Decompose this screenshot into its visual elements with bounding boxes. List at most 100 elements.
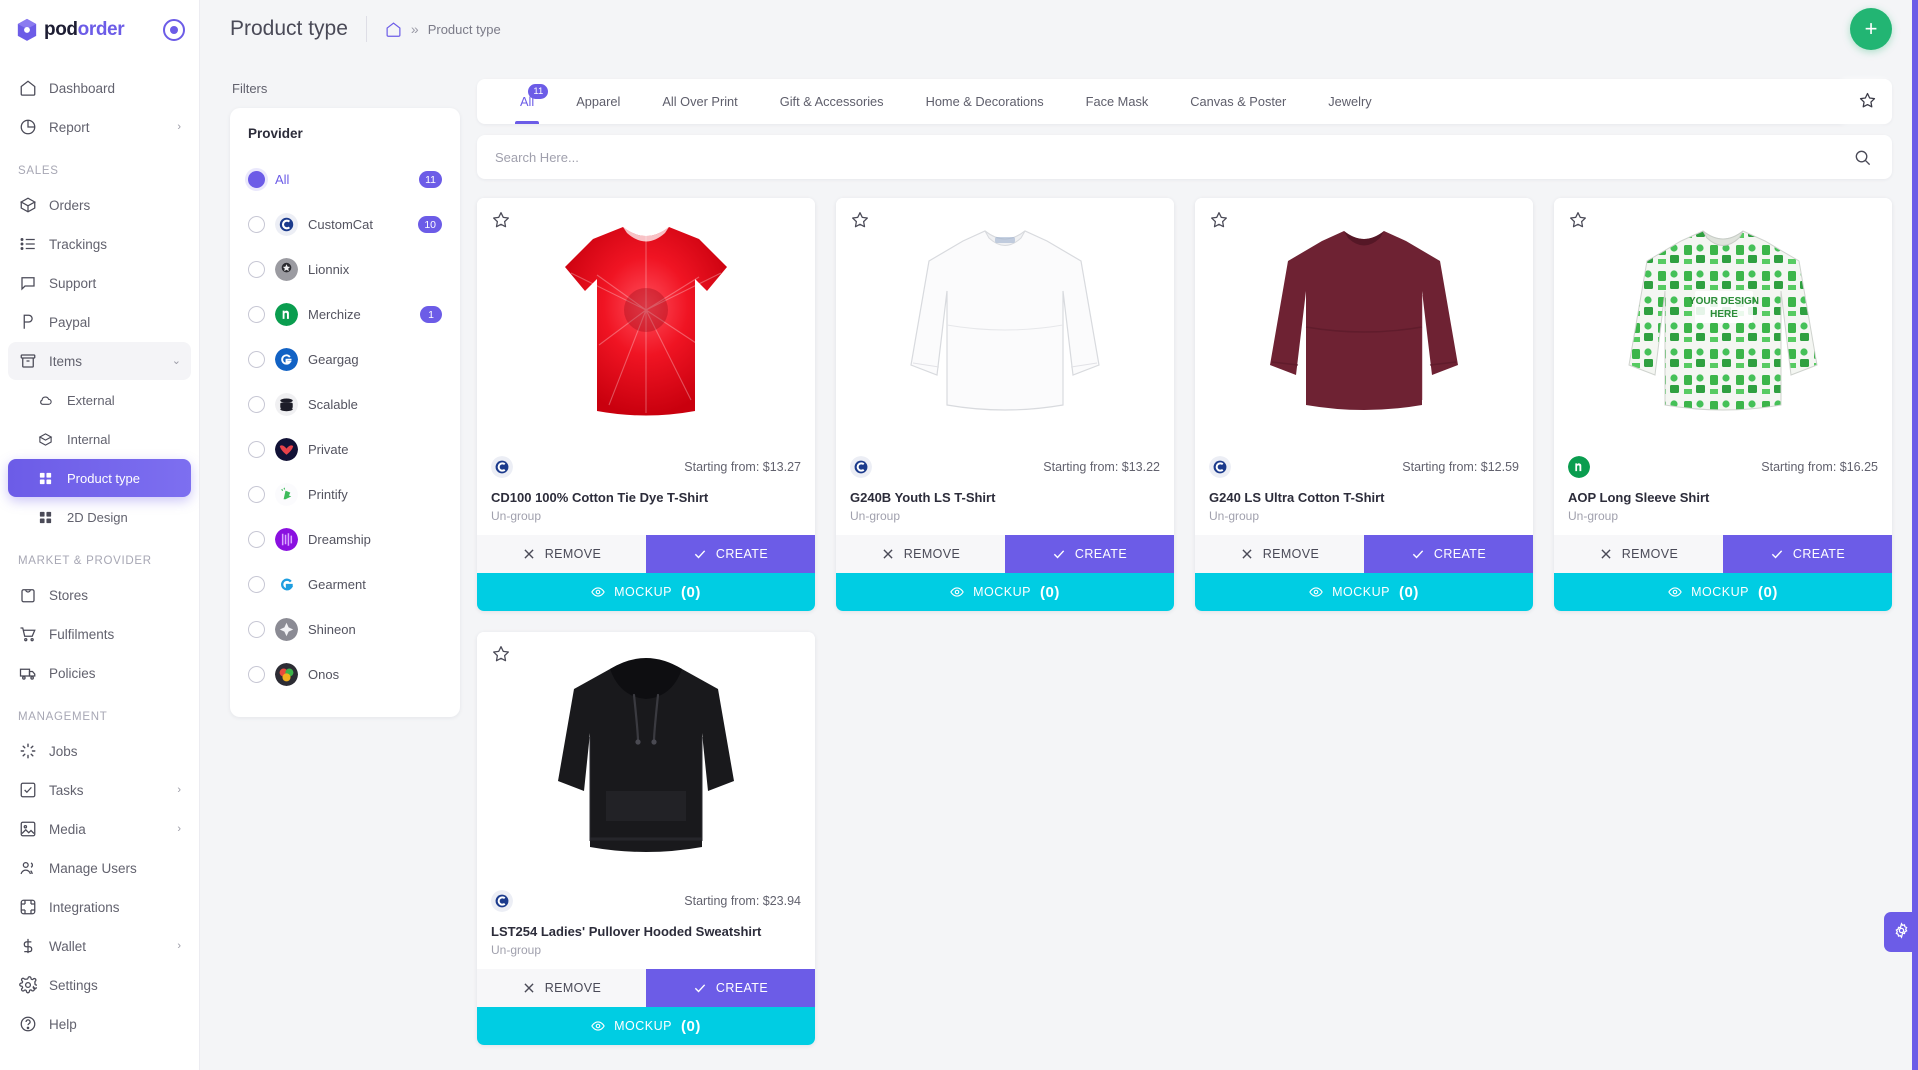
star-icon[interactable] [491,210,511,230]
sidebar-item-product-type[interactable]: Product type [8,459,191,497]
tab-home-decorations[interactable]: Home & Decorations [905,79,1065,124]
sidebar-item-label: Policies [49,665,96,681]
provider-option-lionnix[interactable]: Lionnix [248,247,442,292]
product-price: Starting from: $23.94 [684,894,801,908]
star-icon[interactable] [1209,210,1229,230]
radio-icon[interactable] [248,351,265,368]
sidebar-item-settings[interactable]: Settings [8,966,191,1004]
radio-icon[interactable] [248,531,265,548]
tab-gift-accessories[interactable]: Gift & Accessories [759,79,905,124]
spinner-icon [18,742,37,761]
provider-option-dreamship[interactable]: Dreamship [248,517,442,562]
search-input[interactable] [495,149,1853,165]
brand-logo[interactable]: podorder [16,18,125,42]
sidebar-item-help[interactable]: Help [8,1005,191,1043]
add-button[interactable]: + [1850,8,1892,50]
radio-icon[interactable] [248,441,265,458]
provider-option-onos[interactable]: Onos [248,652,442,697]
create-button[interactable]: CREATE [646,535,815,573]
sidebar-item-jobs[interactable]: Jobs [8,732,191,770]
provider-option-merchize[interactable]: Merchize 1 [248,292,442,337]
tab-face-mask[interactable]: Face Mask [1065,79,1170,124]
tab-all[interactable]: All 11 [499,79,555,124]
radio-icon[interactable] [248,576,265,593]
provider-option-all[interactable]: All 11 [248,157,442,202]
provider-option-printify[interactable]: Printify [248,472,442,517]
mockup-button[interactable]: MOCKUP (0) [1554,573,1892,611]
radio-icon[interactable] [248,396,265,413]
sidebar-item-report[interactable]: Report › [8,108,191,146]
provider-option-customcat[interactable]: CustomCat 10 [248,202,442,247]
tab-apparel[interactable]: Apparel [555,79,641,124]
mockup-button[interactable]: MOCKUP (0) [477,1007,815,1045]
sidebar-item-external[interactable]: External [8,381,191,419]
sidebar-item-fulfilments[interactable]: Fulfilments [8,615,191,653]
remove-button-label: REMOVE [903,547,961,561]
close-icon [881,547,895,561]
sidebar-item-policies[interactable]: Policies [8,654,191,692]
provider-option-scalable[interactable]: Scalable [248,382,442,427]
sidebar-item-support[interactable]: Support [8,264,191,302]
mockup-button[interactable]: MOCKUP (0) [836,573,1174,611]
create-button[interactable]: CREATE [1364,535,1533,573]
tab-all-over-print[interactable]: All Over Print [641,79,758,124]
create-button[interactable]: CREATE [1723,535,1892,573]
product-card[interactable]: Starting from: $13.22 G240B Youth LS T-S… [836,198,1174,611]
sidebar-item-paypal[interactable]: Paypal [8,303,191,341]
search-bar[interactable] [477,135,1892,179]
tabs-spacer [1393,79,1892,124]
mockup-button[interactable]: MOCKUP (0) [1195,573,1533,611]
radio-icon[interactable] [248,261,265,278]
provider-option-geargag[interactable]: Geargag [248,337,442,382]
product-card[interactable]: YOUR DESIGN HERE Starting from: $16.25 A… [1554,198,1892,611]
product-group: Un-group [1568,509,1619,523]
product-card[interactable]: Starting from: $12.59 G240 LS Ultra Cott… [1195,198,1533,611]
sidebar-item-stores[interactable]: Stores [8,576,191,614]
sidebar-item-media[interactable]: Media › [8,810,191,848]
radio-icon[interactable] [248,486,265,503]
search-icon[interactable] [1853,148,1872,167]
archive-icon [18,352,37,371]
product-meta: Starting from: $12.59 G240 LS Ultra Cott… [1195,446,1533,535]
remove-button[interactable]: REMOVE [477,535,646,573]
sidebar-item-wallet[interactable]: Wallet › [8,927,191,965]
product-card[interactable]: Starting from: $13.27 CD100 100% Cotton … [477,198,815,611]
provider-label: All [275,172,290,187]
sidebar-item-trackings[interactable]: Trackings [8,225,191,263]
sidebar-item-2d-design[interactable]: 2D Design [8,498,191,536]
radio-icon[interactable] [248,171,265,188]
radio-icon[interactable] [248,621,265,638]
favorite-filter-button[interactable] [1842,79,1892,124]
sidebar-item-internal[interactable]: Internal [8,420,191,458]
star-icon[interactable] [491,644,511,664]
tab-jewelry[interactable]: Jewelry [1307,79,1392,124]
customcat-logo-icon [491,456,513,478]
mockup-button[interactable]: MOCKUP (0) [477,573,815,611]
provider-option-shineon[interactable]: Shineon [248,607,442,652]
create-button[interactable]: CREATE [1005,535,1174,573]
remove-button[interactable]: REMOVE [477,969,646,1007]
tab-canvas-poster[interactable]: Canvas & Poster [1169,79,1307,124]
radio-icon[interactable] [248,216,265,233]
sidebar-item-manage-users[interactable]: Manage Users [8,849,191,887]
sidebar-item-orders[interactable]: Orders [8,186,191,224]
remove-button-label: REMOVE [544,981,602,995]
sidebar-item-integrations[interactable]: Integrations [8,888,191,926]
star-icon[interactable] [1568,210,1588,230]
radio-icon[interactable] [248,666,265,683]
product-actions: REMOVE CREATE [1195,535,1533,573]
sidebar-item-dashboard[interactable]: Dashboard [8,69,191,107]
remove-button[interactable]: REMOVE [1195,535,1364,573]
provider-option-gearment[interactable]: Gearment [248,562,442,607]
provider-option-private[interactable]: Private [248,427,442,472]
create-button[interactable]: CREATE [646,969,815,1007]
product-card[interactable]: Starting from: $23.94 LST254 Ladies' Pul… [477,632,815,1045]
sidebar-item-items[interactable]: Items ⌄ [8,342,191,380]
home-icon[interactable] [385,21,402,38]
star-icon[interactable] [850,210,870,230]
remove-button[interactable]: REMOVE [836,535,1005,573]
target-icon[interactable] [163,19,185,41]
radio-icon[interactable] [248,306,265,323]
remove-button[interactable]: REMOVE [1554,535,1723,573]
sidebar-item-tasks[interactable]: Tasks › [8,771,191,809]
